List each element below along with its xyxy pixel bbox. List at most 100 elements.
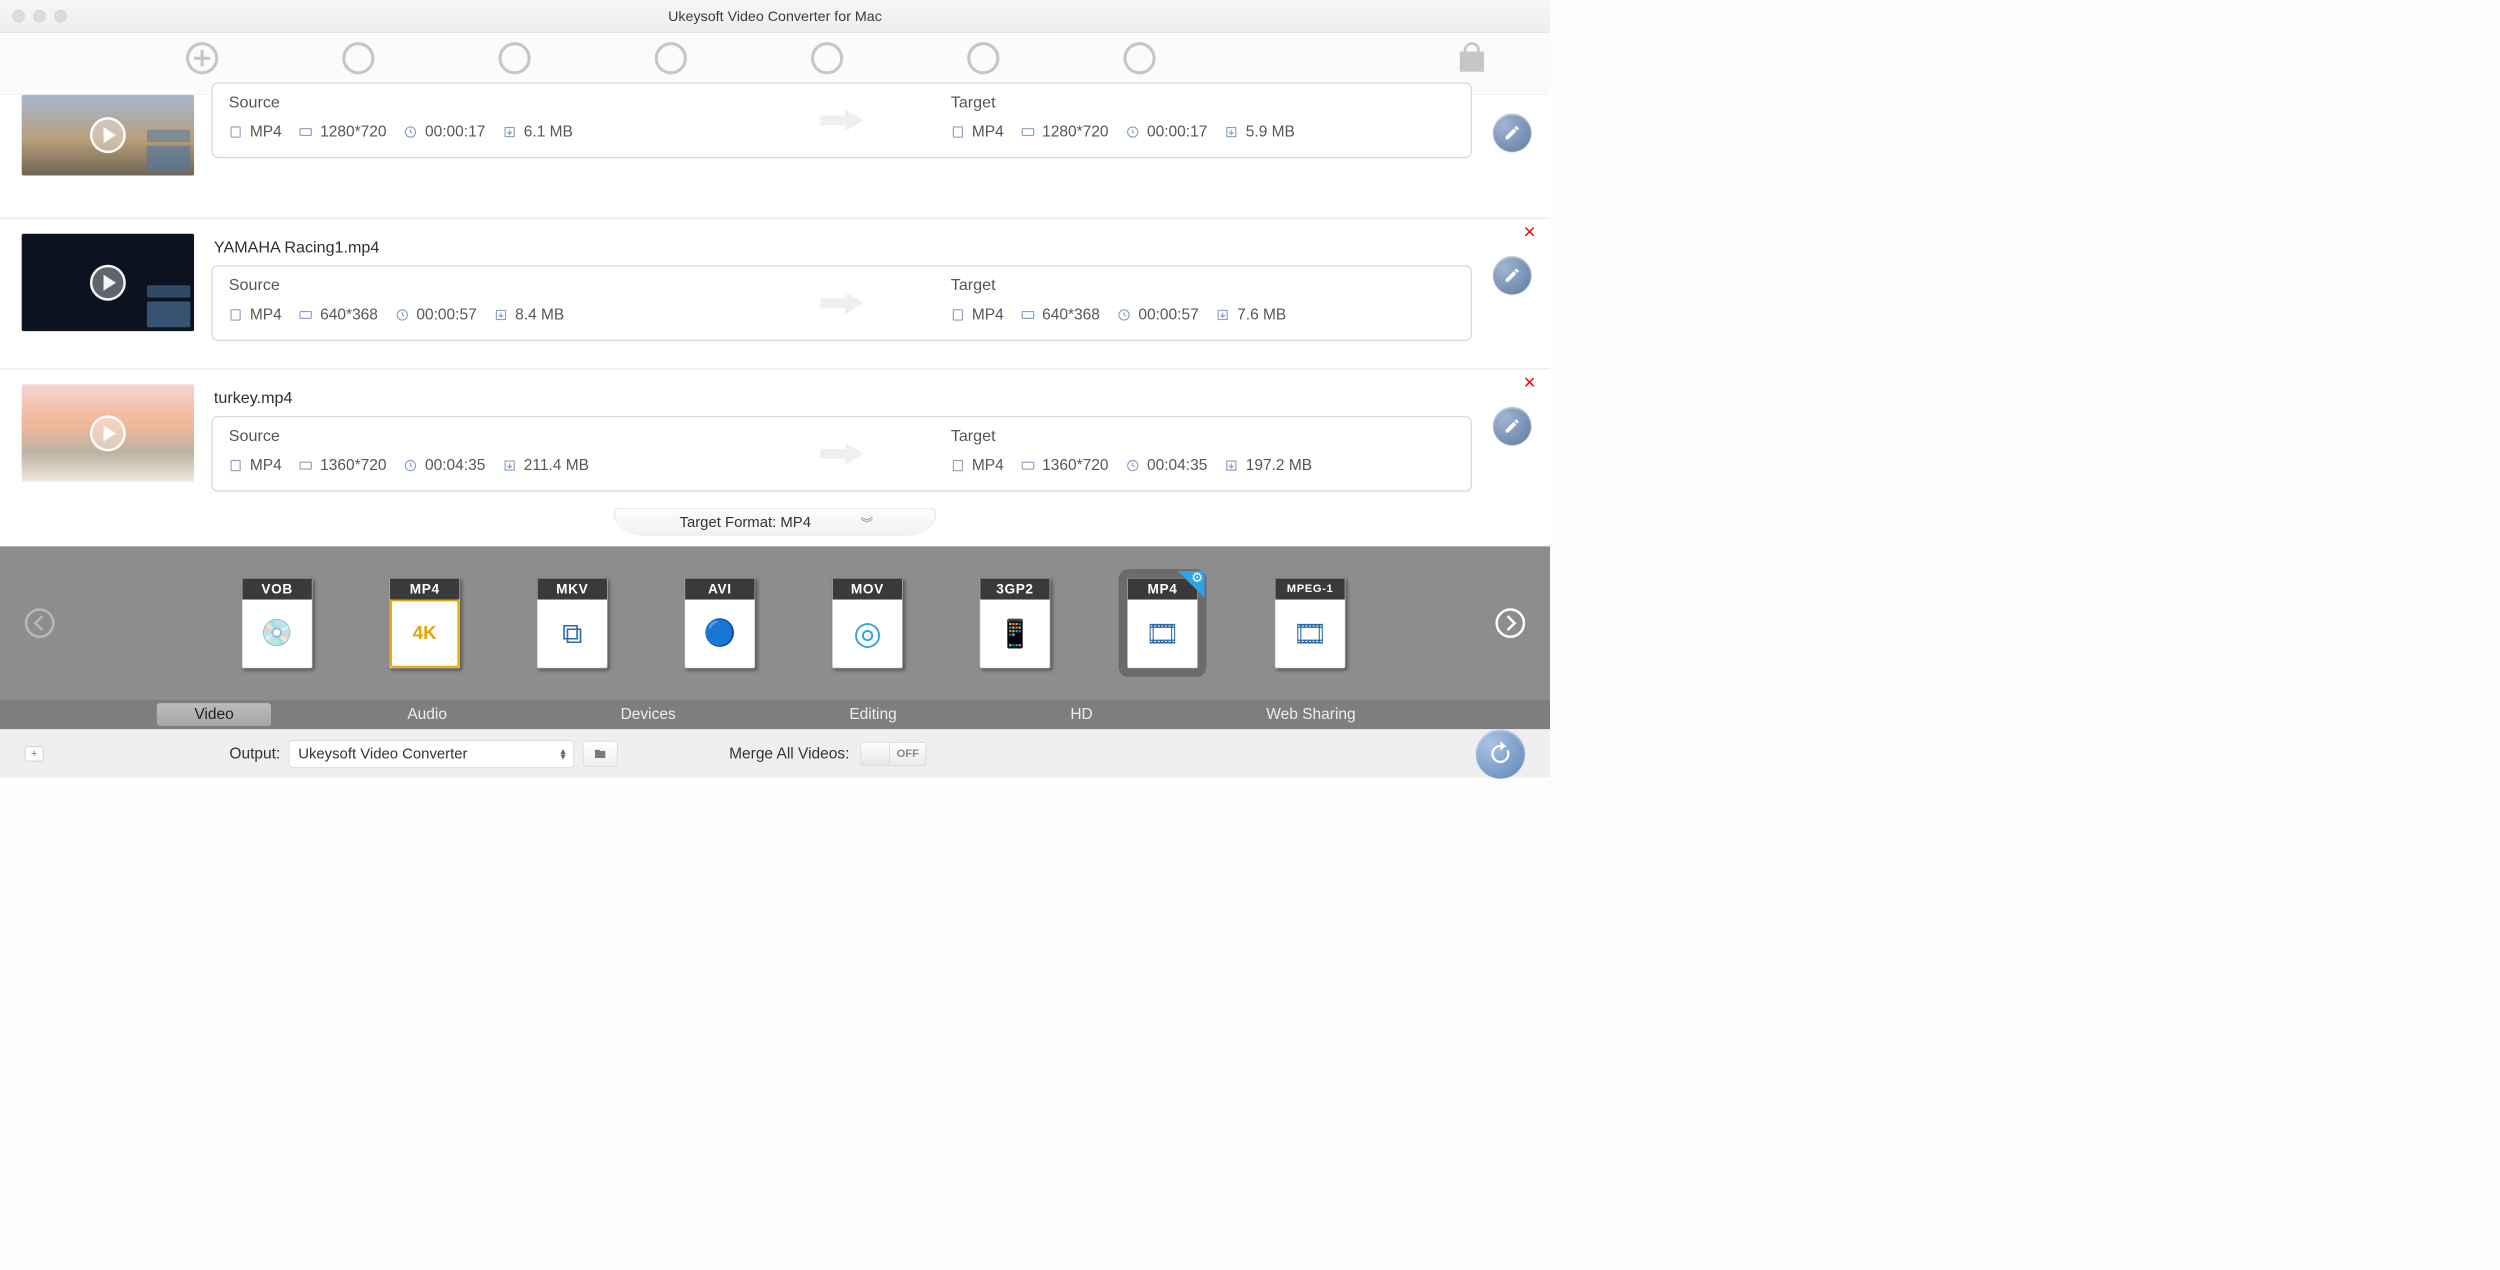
resolution-icon [299,125,313,139]
play-icon[interactable] [90,117,126,153]
resolution-icon [299,458,313,472]
tab-hd[interactable]: HD [1033,703,1130,726]
format-3gp2[interactable]: 3GP2📱 [980,578,1051,669]
duration-icon [1117,308,1131,322]
size-icon [1225,458,1239,472]
merge-state: OFF [890,747,926,760]
resolution-icon [1021,125,1035,139]
conversion-card: Source MP4 1360*720 00:04:35 211.4 MB Ta… [211,416,1471,492]
arrow-icon [749,84,935,157]
video-thumbnail[interactable] [22,234,194,331]
format-category-tabs: Video Audio Devices Editing HD Web Shari… [0,699,1550,729]
format-mkv[interactable]: MKV⧉ [537,578,608,669]
crop-button[interactable] [655,42,687,74]
effect-button[interactable] [811,42,843,74]
tab-web-sharing[interactable]: Web Sharing [1229,703,1393,726]
size-icon [494,308,508,322]
format-icon [229,308,243,322]
source-stats: MP4 640*368 00:00:57 8.4 MB [229,306,733,324]
format-vob[interactable]: VOB💿 [242,578,313,669]
file-row[interactable]: Source MP4 1280*720 00:00:17 6.1 MB Targ… [0,95,1550,219]
format-mpeg1[interactable]: MPEG-1🎞 [1275,578,1346,669]
trim-button[interactable] [342,42,374,74]
source-label: Source [229,426,733,445]
tab-editing[interactable]: Editing [812,703,934,726]
target-stats: MP4 1280*720 00:00:17 5.9 MB [951,123,1455,141]
edit-button[interactable] [1493,407,1531,445]
conversion-card: Source MP4 1280*720 00:00:17 6.1 MB Targ… [211,82,1471,158]
format-mp4-4k[interactable]: MP44K [389,578,460,669]
video-thumbnail[interactable] [22,384,194,481]
subtitle-button[interactable] [1123,42,1155,74]
titlebar: Ukeysoft Video Converter for Mac [0,0,1550,33]
window-title: Ukeysoft Video Converter for Mac [0,8,1550,25]
target-label: Target [951,275,1455,294]
add-file-button[interactable] [186,42,218,74]
rotate-button[interactable] [498,42,530,74]
edit-button[interactable] [1493,113,1531,151]
format-avi[interactable]: AVI🔵 [684,578,755,669]
watermark-text-button[interactable] [967,42,999,74]
file-row[interactable]: ✕ YAMAHA Racing1.mp4 Source MP4 640*368 … [0,219,1550,370]
open-folder-button[interactable] [583,741,618,767]
bottom-bar: + Output: Ukeysoft Video Converter ▲▼ Me… [0,729,1550,777]
source-stats: MP4 1360*720 00:04:35 211.4 MB [229,456,733,474]
format-icon [951,308,965,322]
target-label: Target [951,426,1455,445]
arrow-icon [749,417,935,490]
target-label: Target [951,92,1455,111]
play-icon[interactable] [90,264,126,300]
resolution-icon [1021,308,1035,322]
file-list: Source MP4 1280*720 00:00:17 6.1 MB Targ… [0,95,1550,520]
target-format-label: Target Format: MP4 [680,514,811,531]
size-icon [1225,125,1239,139]
format-icon [951,125,965,139]
scroll-right-button[interactable] [1495,608,1525,638]
resolution-icon [1021,458,1035,472]
play-icon[interactable] [90,415,126,451]
duration-icon [395,308,409,322]
source-label: Source [229,92,733,111]
merge-toggle[interactable]: OFF [861,742,927,766]
convert-button[interactable] [1476,729,1526,779]
remove-button[interactable]: ✕ [1523,223,1537,242]
target-stats: MP4 640*368 00:00:57 7.6 MB [951,306,1455,324]
source-stats: MP4 1280*720 00:00:17 6.1 MB [229,123,733,141]
video-thumbnail[interactable] [22,95,194,176]
output-path-value: Ukeysoft Video Converter [298,745,467,762]
size-icon [503,458,517,472]
duration-icon [404,125,418,139]
merge-label: Merge All Videos: [729,745,849,763]
updown-icon: ▲▼ [559,748,568,759]
file-name: YAMAHA Racing1.mp4 [214,237,1472,256]
edit-button[interactable] [1493,256,1531,294]
conversion-card: Source MP4 640*368 00:00:57 8.4 MB Targe… [211,265,1471,341]
duration-icon [1126,458,1140,472]
remove-button[interactable]: ✕ [1523,373,1537,392]
target-format-toggle[interactable]: Target Format: MP4 ︾ [614,508,936,537]
format-icon [229,458,243,472]
tab-audio[interactable]: Audio [370,703,484,726]
tab-video[interactable]: Video [157,703,271,726]
add-output-button[interactable]: + [25,746,44,761]
size-icon [503,125,517,139]
target-stats: MP4 1360*720 00:04:35 197.2 MB [951,456,1455,474]
store-icon[interactable] [1456,42,1488,74]
duration-icon [1126,125,1140,139]
format-mp4[interactable]: MP4🎞 [1127,578,1198,669]
format-strip: VOB💿 MP44K MKV⧉ AVI🔵 MOV◎ 3GP2📱 MP4🎞 MPE… [0,546,1550,699]
source-label: Source [229,275,733,294]
format-icon [229,125,243,139]
tab-devices[interactable]: Devices [583,703,713,726]
file-name: turkey.mp4 [214,388,1472,407]
format-mov[interactable]: MOV◎ [832,578,903,669]
file-row[interactable]: ✕ turkey.mp4 Source MP4 1360*720 00:04:3… [0,370,1550,521]
duration-icon [404,458,418,472]
arrow-icon [749,267,935,340]
format-icon [951,458,965,472]
output-label: Output: [229,745,280,763]
scroll-left-button[interactable] [25,608,55,638]
size-icon [1216,308,1230,322]
output-path-select[interactable]: Ukeysoft Video Converter ▲▼ [289,740,574,767]
chevron-down-icon: ︾ [861,513,871,531]
